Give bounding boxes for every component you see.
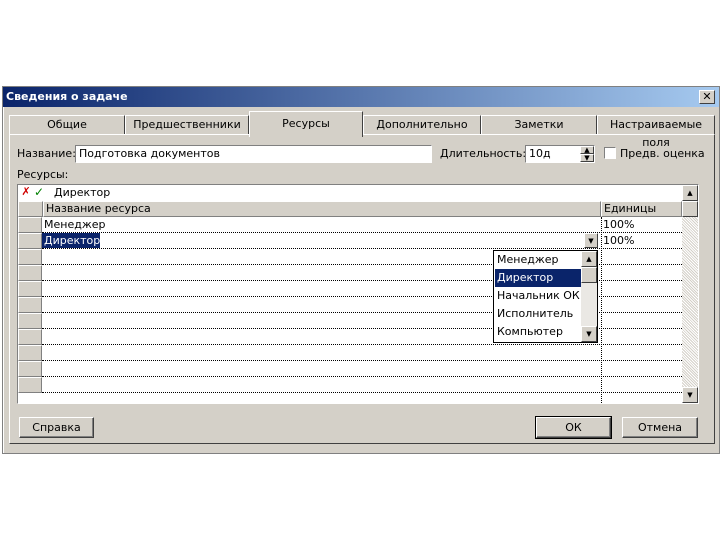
cancel-entry-icon[interactable]: ✗ bbox=[20, 186, 32, 198]
tab-general[interactable]: Общие bbox=[9, 115, 125, 135]
spin-up-icon[interactable]: ▲ bbox=[580, 146, 594, 154]
table-row[interactable] bbox=[42, 361, 682, 377]
dropdown-item[interactable]: Менеджер bbox=[495, 251, 583, 269]
resource-dropdown-list[interactable]: Менеджер Директор Начальник ОК Исполните… bbox=[493, 250, 598, 343]
tab-custom-fields[interactable]: Настраиваемые поля bbox=[597, 115, 715, 149]
grid-scrollbar[interactable]: ▲ ▼ bbox=[682, 185, 698, 403]
tab-strip: Общие Предшественники Ресурсы Дополнител… bbox=[9, 111, 715, 149]
tab-predecessors[interactable]: Предшественники bbox=[125, 115, 249, 135]
tab-advanced[interactable]: Дополнительно bbox=[363, 115, 481, 135]
scroll-thumb[interactable] bbox=[682, 201, 698, 217]
help-button[interactable]: Справка bbox=[19, 417, 94, 438]
accept-entry-icon[interactable]: ✓ bbox=[33, 186, 45, 198]
cancel-button[interactable]: Отмена bbox=[622, 417, 698, 438]
table-row[interactable]: Директор ▼ 100% bbox=[42, 233, 682, 249]
row-header[interactable] bbox=[18, 297, 42, 313]
tab-notes[interactable]: Заметки bbox=[481, 115, 597, 135]
resources-label: Ресурсы: bbox=[17, 168, 69, 181]
row-header[interactable] bbox=[18, 361, 42, 377]
name-input[interactable]: Подготовка документов bbox=[75, 145, 432, 163]
ok-button[interactable]: ОК bbox=[535, 416, 612, 439]
row-header[interactable] bbox=[18, 233, 42, 249]
dropdown-item[interactable]: Исполнитель bbox=[495, 305, 583, 323]
chevron-down-icon[interactable]: ▼ bbox=[584, 233, 598, 248]
units-cell[interactable]: 100% bbox=[601, 233, 634, 248]
row-header[interactable] bbox=[18, 249, 42, 265]
row-header[interactable] bbox=[18, 377, 42, 393]
column-header-name[interactable]: Название ресурса bbox=[43, 201, 601, 217]
table-row[interactable] bbox=[42, 345, 682, 361]
duration-label: Длительность: bbox=[440, 147, 527, 160]
column-divider bbox=[601, 217, 602, 403]
corner-header bbox=[18, 201, 43, 217]
scroll-up-icon[interactable]: ▲ bbox=[682, 185, 698, 201]
scroll-down-icon[interactable]: ▼ bbox=[682, 387, 698, 403]
scroll-thumb[interactable] bbox=[581, 267, 597, 283]
scroll-up-icon[interactable]: ▲ bbox=[581, 251, 597, 267]
row-header[interactable] bbox=[18, 217, 42, 233]
row-header[interactable] bbox=[18, 345, 42, 361]
resource-name-cell[interactable]: Менеджер bbox=[42, 217, 105, 232]
row-header[interactable] bbox=[18, 329, 42, 345]
window-title: Сведения о задаче bbox=[6, 90, 128, 103]
tab-resources[interactable]: Ресурсы bbox=[249, 111, 363, 137]
table-row[interactable]: Менеджер 100% bbox=[42, 217, 682, 233]
row-header[interactable] bbox=[18, 313, 42, 329]
estimate-checkbox[interactable] bbox=[604, 147, 616, 159]
resource-name-cell[interactable]: Директор bbox=[42, 233, 101, 248]
dropdown-item[interactable]: Компьютер bbox=[495, 323, 583, 341]
dropdown-item-selected[interactable]: Директор bbox=[495, 269, 583, 287]
edit-bar-value[interactable]: Директор bbox=[52, 185, 110, 200]
grid-edit-bar: ✗ ✓ Директор bbox=[18, 185, 682, 202]
dropdown-scrollbar[interactable]: ▲ ▼ bbox=[581, 251, 597, 342]
table-row[interactable] bbox=[42, 377, 682, 393]
close-button[interactable]: ✕ bbox=[699, 90, 715, 104]
row-header[interactable] bbox=[18, 265, 42, 281]
name-label: Название: bbox=[17, 147, 76, 160]
spin-down-icon[interactable]: ▼ bbox=[580, 154, 594, 162]
dropdown-item[interactable]: Начальник ОК bbox=[495, 287, 583, 305]
estimate-label: Предв. оценка bbox=[620, 147, 705, 160]
scroll-down-icon[interactable]: ▼ bbox=[581, 326, 597, 342]
units-cell[interactable]: 100% bbox=[601, 217, 634, 232]
row-header[interactable] bbox=[18, 281, 42, 297]
column-header-units[interactable]: Единицы bbox=[601, 201, 682, 217]
title-bar[interactable]: Сведения о задаче ✕ bbox=[3, 87, 719, 107]
